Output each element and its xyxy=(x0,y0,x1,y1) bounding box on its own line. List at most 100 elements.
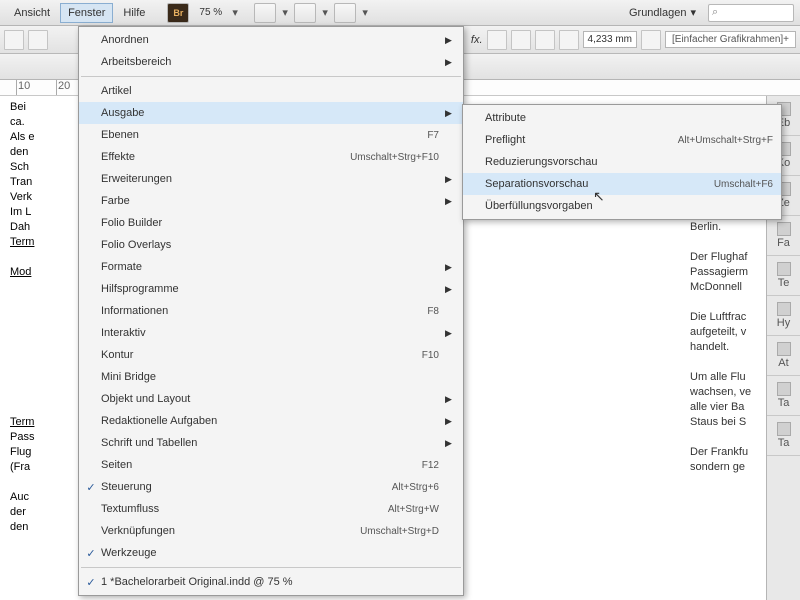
text-line: wachsen, ve xyxy=(690,385,760,400)
menu-item-label: Erweiterungen xyxy=(101,173,439,185)
text-line: Um alle Flu xyxy=(690,370,760,385)
check-icon: ✓ xyxy=(81,576,101,589)
menu-item-label: Arbeitsbereich xyxy=(101,56,439,68)
menu-item-label: Folio Builder xyxy=(101,217,439,229)
text-line: Pass xyxy=(10,430,54,445)
text-line xyxy=(690,430,760,445)
panel-label: Ta xyxy=(778,437,790,449)
menu-item[interactable]: Anordnen▶ xyxy=(79,29,463,51)
submenu-item-label: Überfüllungsvorgaben xyxy=(485,200,773,212)
text-line: Im L xyxy=(10,205,54,220)
menubar: Ansicht Fenster Hilfe Br 75 % ▾ ▾ ▾ ▾ Gr… xyxy=(0,0,800,26)
panel-button[interactable]: Ta xyxy=(767,376,800,416)
panel-button[interactable]: At xyxy=(767,336,800,376)
frame-fit-icon[interactable] xyxy=(559,30,579,50)
menu-hilfe[interactable]: Hilfe xyxy=(115,3,153,23)
menu-item[interactable]: Folio Overlays xyxy=(79,234,463,256)
workspace-switcher[interactable]: Grundlagen▾ xyxy=(621,3,704,22)
view-mode-2-icon[interactable] xyxy=(294,3,316,23)
align-icon[interactable] xyxy=(487,30,507,50)
view-mode-3-icon[interactable] xyxy=(334,3,356,23)
shortcut: F8 xyxy=(427,306,445,317)
menu-item[interactable]: Interaktiv▶ xyxy=(79,322,463,344)
panel-button[interactable]: Ta xyxy=(767,416,800,456)
text-line xyxy=(10,280,54,295)
text-line: handelt. xyxy=(690,340,760,355)
text-line xyxy=(10,370,54,385)
text-line: Bei xyxy=(10,100,54,115)
text-line: Berlin. xyxy=(690,220,760,235)
menu-item[interactable]: Redaktionelle Aufgaben▶ xyxy=(79,410,463,432)
menu-item[interactable]: EffekteUmschalt+Strg+F10 xyxy=(79,146,463,168)
menu-item-label: Effekte xyxy=(101,151,350,163)
menu-item-label: Textumfluss xyxy=(101,503,388,515)
text-line xyxy=(10,310,54,325)
menu-item[interactable]: VerknüpfungenUmschalt+Strg+D xyxy=(79,520,463,542)
menu-item[interactable]: ✓Werkzeuge xyxy=(79,542,463,564)
menu-item[interactable]: Arbeitsbereich▶ xyxy=(79,51,463,73)
menu-item[interactable]: EbenenF7 xyxy=(79,124,463,146)
panel-label: Ta xyxy=(778,397,790,409)
submenu-item[interactable]: Überfüllungsvorgaben xyxy=(463,195,781,217)
menu-item[interactable]: InformationenF8 xyxy=(79,300,463,322)
menu-fenster[interactable]: Fenster xyxy=(60,3,113,23)
menu-item[interactable]: Farbe▶ xyxy=(79,190,463,212)
menu-item[interactable]: ✓SteuerungAlt+Strg+6 xyxy=(79,476,463,498)
text-line: alle vier Ba xyxy=(690,400,760,415)
menu-item[interactable]: Erweiterungen▶ xyxy=(79,168,463,190)
menu-item[interactable]: Artikel xyxy=(79,80,463,102)
menu-item[interactable]: TextumflussAlt+Strg+W xyxy=(79,498,463,520)
menu-ansicht[interactable]: Ansicht xyxy=(6,3,58,23)
object-style-icon[interactable] xyxy=(641,30,661,50)
submenu-item[interactable]: SeparationsvorschauUmschalt+F6 xyxy=(463,173,781,195)
shortcut: Umschalt+Strg+F10 xyxy=(350,152,445,163)
submenu-arrow-icon: ▶ xyxy=(445,35,455,46)
menu-item[interactable]: Schrift und Tabellen▶ xyxy=(79,432,463,454)
view-mode-1-icon[interactable] xyxy=(254,3,276,23)
align-icon[interactable] xyxy=(511,30,531,50)
menu-item[interactable]: Objekt und Layout▶ xyxy=(79,388,463,410)
panel-button[interactable]: Hy xyxy=(767,296,800,336)
menu-item[interactable]: Folio Builder xyxy=(79,212,463,234)
zoom-level[interactable]: 75 % xyxy=(193,7,228,18)
chevron-down-icon[interactable]: ▾ xyxy=(230,6,240,19)
menu-item[interactable]: ✓1 *Bachelorarbeit Original.indd @ 75 % xyxy=(79,571,463,593)
menu-item[interactable]: Ausgabe▶ xyxy=(79,102,463,124)
panel-button[interactable]: Fa xyxy=(767,216,800,256)
submenu-item-label: Attribute xyxy=(485,112,773,124)
chevron-down-icon[interactable]: ▾ xyxy=(360,6,370,19)
menu-item[interactable]: Hilfsprogramme▶ xyxy=(79,278,463,300)
text-line: Der Flughaf xyxy=(690,250,760,265)
control-icon[interactable] xyxy=(28,30,48,50)
submenu-item[interactable]: Attribute xyxy=(463,107,781,129)
text-line: der xyxy=(10,505,54,520)
submenu-item[interactable]: PreflightAlt+Umschalt+Strg+F xyxy=(463,129,781,151)
text-line: Dah xyxy=(10,220,54,235)
menu-item-label: Seiten xyxy=(101,459,422,471)
object-style-select[interactable]: [Einfacher Grafikrahmen]+ xyxy=(665,31,796,48)
menu-item[interactable]: Formate▶ xyxy=(79,256,463,278)
text-line: (Fra xyxy=(10,460,54,475)
menu-item[interactable]: KonturF10 xyxy=(79,344,463,366)
menu-item-label: Schrift und Tabellen xyxy=(101,437,439,449)
control-icon[interactable] xyxy=(4,30,24,50)
shortcut: Umschalt+F6 xyxy=(714,179,773,190)
frame-fit-icon[interactable] xyxy=(535,30,555,50)
chevron-down-icon[interactable]: ▾ xyxy=(320,6,330,19)
bridge-icon[interactable]: Br xyxy=(167,3,189,23)
submenu-item-label: Separationsvorschau xyxy=(485,178,714,190)
chevron-down-icon[interactable]: ▾ xyxy=(280,6,290,19)
panel-label: At xyxy=(778,357,788,369)
menu-item[interactable]: Mini Bridge xyxy=(79,366,463,388)
text-line: Mod xyxy=(10,265,54,280)
panel-button[interactable]: Te xyxy=(767,256,800,296)
measure-field[interactable]: 4,233 mm xyxy=(583,31,637,48)
submenu-item-label: Preflight xyxy=(485,134,678,146)
text-line: Als e xyxy=(10,130,54,145)
panel-icon xyxy=(777,422,791,436)
menu-item-label: Mini Bridge xyxy=(101,371,439,383)
text-line: Flug xyxy=(10,445,54,460)
search-input[interactable]: ⌕ xyxy=(708,4,794,22)
menu-item[interactable]: SeitenF12 xyxy=(79,454,463,476)
submenu-item[interactable]: Reduzierungsvorschau xyxy=(463,151,781,173)
